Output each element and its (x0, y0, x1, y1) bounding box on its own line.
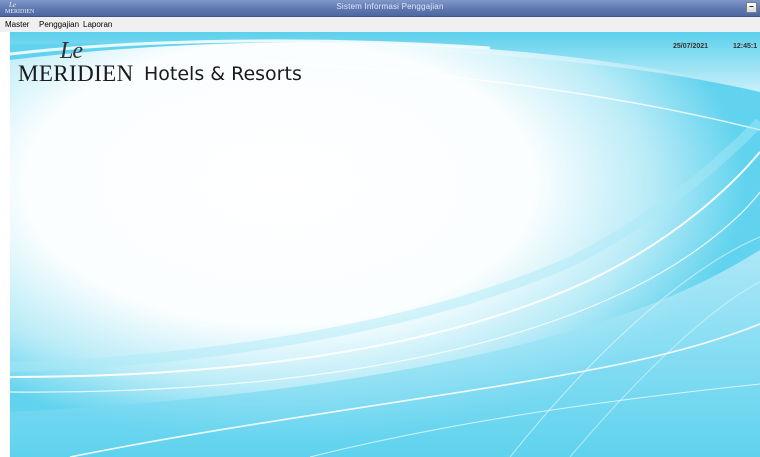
background-canvas: Le MERIDIEN Hotels & Resorts 25/07/2021 … (10, 32, 760, 457)
menu-laporan[interactable]: Laporan (83, 20, 112, 29)
window-title: Sistem Informasi Penggajian (336, 2, 444, 11)
abstract-wave-background (10, 32, 760, 457)
title-bar: Le MERIDIEN Sistem Informasi Penggajian … (0, 0, 760, 17)
current-date: 25/07/2021 (673, 43, 709, 50)
menu-bar: Master Penggajian Laporan (0, 17, 760, 32)
logo-brand-name: MERIDIEN (18, 61, 134, 86)
menu-master[interactable]: Master (5, 20, 29, 29)
minimize-button[interactable]: – (746, 2, 757, 13)
current-time: 12:45:1 (733, 43, 758, 50)
window-left-margin (0, 32, 10, 457)
menu-penggajian[interactable]: Penggajian (39, 20, 79, 29)
logo-tagline: Hotels & Resorts (144, 63, 302, 85)
